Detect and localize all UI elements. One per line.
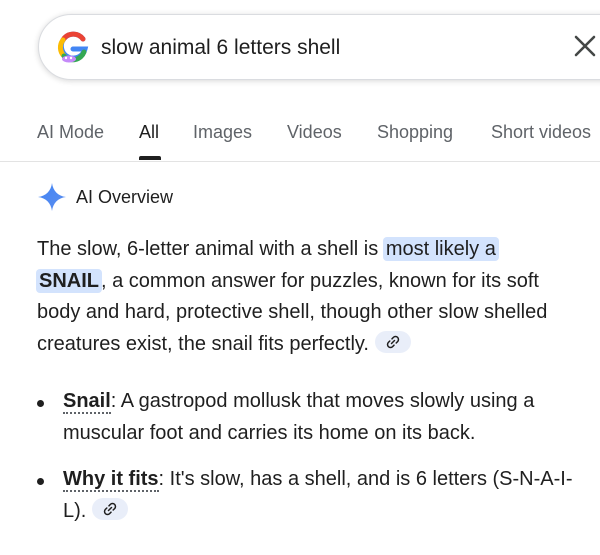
search-tabs: AI Mode All Images Videos Shopping Short…: [0, 108, 600, 162]
tab-images[interactable]: Images: [193, 122, 252, 143]
ai-overview-summary: The slow, 6-letter animal with a shell i…: [36, 234, 587, 360]
search-results-page: AI Mode All Images Videos Shopping Short…: [0, 0, 600, 555]
summary-text-end: , a common answer for puzzles, known for…: [37, 269, 548, 355]
list-item: Snail: A gastropod mollusk that moves sl…: [37, 386, 587, 449]
close-icon[interactable]: [572, 33, 598, 59]
summary-text-start: The slow, 6-letter animal with a shell i…: [37, 238, 384, 260]
list-item: Why it fits: It's slow, has a shell, and…: [37, 464, 587, 527]
search-bar[interactable]: [38, 14, 600, 80]
link-icon: [104, 502, 117, 515]
tab-shopping[interactable]: Shopping: [377, 122, 453, 143]
tab-short-videos[interactable]: Short videos: [491, 122, 591, 143]
citation-chip[interactable]: [92, 497, 129, 520]
ai-overview-bullets: Snail: A gastropod mollusk that moves sl…: [37, 386, 587, 542]
ai-overview-title: AI Overview: [76, 187, 174, 207]
citation-chip[interactable]: [374, 330, 411, 353]
summary-highlight[interactable]: most likely a: [382, 237, 499, 261]
tab-all[interactable]: All: [139, 122, 159, 143]
tab-videos[interactable]: Videos: [287, 122, 342, 143]
active-tab-indicator: [139, 156, 161, 160]
bullet-term-why-it-fits[interactable]: Why it fits: [63, 468, 159, 492]
summary-highlight-answer[interactable]: SNAIL: [36, 268, 102, 293]
google-g-icon[interactable]: [55, 29, 91, 65]
bullet-text: : A gastropod mollusk that moves slowly …: [63, 390, 535, 444]
bullet-term-snail[interactable]: Snail: [63, 390, 111, 414]
sparkle-icon: [38, 183, 66, 211]
link-icon: [386, 335, 400, 348]
search-input[interactable]: [101, 33, 521, 63]
bullet-dot: [37, 400, 44, 407]
bullet-dot: [37, 478, 44, 485]
tab-ai-mode[interactable]: AI Mode: [37, 122, 104, 143]
